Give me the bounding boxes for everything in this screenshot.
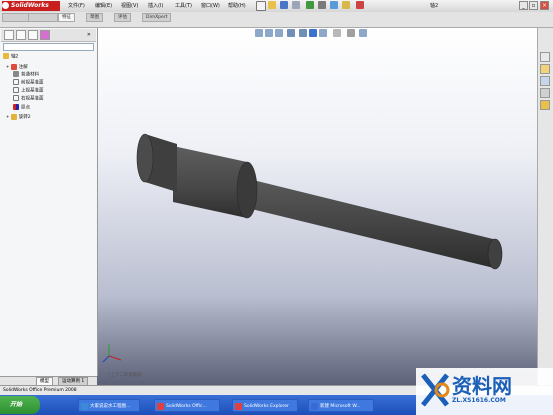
save-icon[interactable] (280, 1, 288, 9)
menu-window[interactable]: 窗口(W) (201, 1, 220, 11)
tree-item-label: 右视基准面 (21, 96, 44, 102)
new-document-icon[interactable] (256, 1, 266, 11)
part-model[interactable] (97, 28, 537, 385)
tab-features[interactable]: 特征 (58, 13, 75, 22)
solidworks-logo-icon (2, 2, 9, 9)
plane-icon (13, 95, 19, 101)
browser-icon (81, 403, 88, 410)
undo-icon[interactable] (306, 1, 314, 9)
tree-item-label: 注解 (18, 65, 28, 70)
dimxpert-manager-tab-icon[interactable] (40, 30, 50, 40)
plane-icon (13, 79, 19, 85)
taskbar-item-word[interactable]: 新建 Microsoft W... (308, 399, 374, 412)
annotations-icon (10, 63, 17, 70)
tab-dimxpert[interactable]: DimXpert (142, 13, 172, 22)
tree-item-right-plane[interactable]: 右视基准面 (13, 95, 44, 103)
solidworks-explorer-icon (235, 403, 242, 410)
toolbar-extra-icon[interactable] (356, 1, 364, 9)
solidworks-logo[interactable]: SolidWorks (2, 1, 60, 11)
watermark-logo-icon (421, 373, 450, 407)
menu-insert[interactable]: 插入(I) (148, 1, 163, 11)
tree-item-front-plane[interactable]: 前视基准面 (13, 79, 44, 87)
design-library-icon[interactable] (540, 64, 550, 74)
taskbar-item-label: 大家说说水工程图... (90, 404, 131, 409)
part-icon (3, 53, 9, 59)
shaft-left-face (136, 133, 154, 183)
word-icon (311, 403, 318, 410)
rebuild-icon[interactable] (330, 1, 338, 9)
watermark-site-name: 资料网 (452, 374, 512, 398)
minimize-button[interactable]: _ (519, 1, 528, 10)
taskbar-item-label: 新建 Microsoft W... (320, 404, 361, 409)
options-icon[interactable] (342, 1, 350, 9)
command-manager (0, 12, 553, 28)
property-manager-tab-icon[interactable] (16, 30, 26, 40)
tree-item-material[interactable]: 普通材料 (13, 71, 39, 79)
menu-help[interactable]: 帮助(H) (228, 1, 246, 11)
tree-item-label: 前视基准面 (21, 80, 44, 86)
material-icon (13, 71, 19, 77)
feature-tree-tab-icon[interactable] (4, 30, 14, 40)
menu-edit[interactable]: 编辑(E) (95, 1, 112, 11)
tree-item-annotations[interactable]: + 注解 (6, 63, 28, 71)
taskbar-item-label: SolidWorks Explorer (244, 404, 289, 409)
expand-panel-icon[interactable]: » (87, 31, 91, 38)
tab-sketch[interactable]: 草图 (86, 13, 103, 22)
menu-file[interactable]: 文件(F) (68, 1, 85, 11)
shaft-step-face (236, 161, 258, 219)
taskbar-item-forum[interactable]: 大家说说水工程图... (78, 399, 140, 412)
tree-item-label: 上视基准面 (21, 88, 44, 94)
taskbar-item-sw-explorer[interactable]: SolidWorks Explorer (232, 399, 298, 412)
tree-item-revolve[interactable]: + 旋转2 (6, 113, 31, 121)
tree-item-label: 原点 (21, 105, 30, 111)
triad-x-axis (108, 355, 122, 361)
tree-item-label: 普通材料 (21, 72, 39, 78)
origin-icon (13, 104, 19, 110)
menu-tools[interactable]: 工具(T) (175, 1, 192, 11)
document-title: 轴2 (430, 3, 439, 9)
shaft-large-section (173, 146, 247, 218)
revolve-feature-icon (10, 113, 17, 120)
resources-icon[interactable] (540, 52, 550, 62)
configuration-manager-tab-icon[interactable] (28, 30, 38, 40)
file-explorer-icon[interactable] (540, 76, 550, 86)
watermark-url: ZL.XS1616.COM (452, 397, 506, 404)
print-icon[interactable] (292, 1, 300, 9)
start-button[interactable]: 开始 (0, 396, 40, 414)
feature-filter-input[interactable] (3, 43, 94, 51)
appearances-icon[interactable] (540, 100, 550, 110)
tree-item-origin[interactable]: 原点 (13, 104, 30, 112)
command-tab-blank-2[interactable] (28, 13, 58, 22)
select-arrow-icon[interactable] (318, 1, 326, 9)
close-button[interactable]: × (540, 1, 549, 10)
tree-root[interactable]: 轴2 (3, 53, 18, 61)
taskbar-item-solidworks[interactable]: SolidWorks Offic... (154, 399, 220, 412)
restore-button[interactable]: ▫ (529, 1, 538, 10)
tree-root-label: 轴2 (11, 54, 19, 60)
view-orientation-label: *上下二等角轴测 (108, 373, 142, 378)
menu-view[interactable]: 视图(V) (121, 1, 138, 11)
shaft-end-face (487, 238, 503, 270)
plane-icon (13, 87, 19, 93)
solidworks-icon (157, 403, 164, 410)
tab-evaluate[interactable]: 评估 (114, 13, 131, 22)
tree-item-top-plane[interactable]: 上视基准面 (13, 87, 44, 95)
shaft-rod (239, 178, 497, 268)
tree-item-label: 旋转2 (18, 115, 31, 120)
triad-z-axis (102, 355, 110, 363)
taskbar-item-label: SolidWorks Offic... (166, 404, 207, 409)
view-palette-icon[interactable] (540, 88, 550, 98)
open-folder-icon[interactable] (268, 1, 276, 9)
